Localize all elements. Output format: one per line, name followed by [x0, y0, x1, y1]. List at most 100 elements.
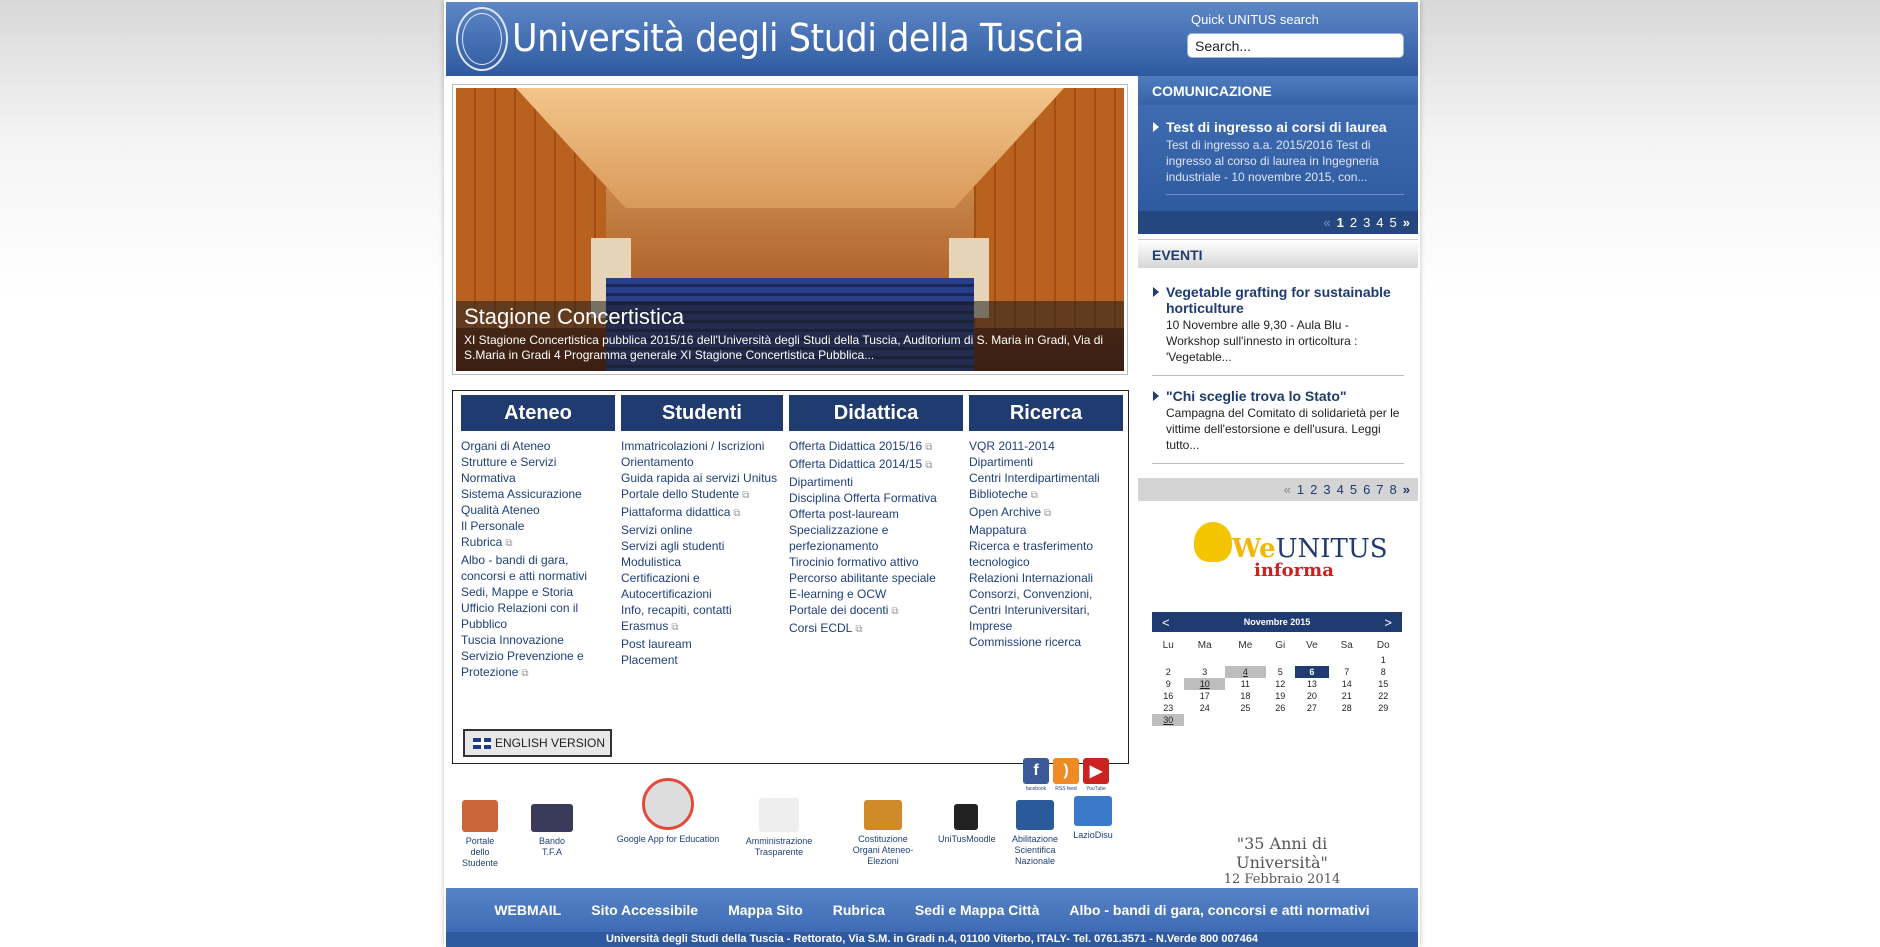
menu-item[interactable]: Dipartimenti [969, 454, 1123, 470]
rss-link[interactable]: ) RSS feed [1052, 758, 1080, 794]
calendar-day[interactable]: 13 [1295, 678, 1329, 690]
menu-item[interactable]: Open Archive ⧉ [969, 504, 1123, 522]
calendar-day[interactable]: 1 [1365, 654, 1402, 666]
quick-link[interactable]: Costituzione Organi Ateneo-Elezioni [844, 800, 922, 867]
anniversary-banner[interactable]: "35 Anni di Università" 12 Febbraio 2014 [1192, 834, 1372, 887]
event-title[interactable]: "Chi sceglie trova lo Stato" [1152, 388, 1404, 404]
quick-link[interactable]: Amministrazione Trasparente [734, 798, 824, 858]
menu-head-0[interactable]: Ateneo [461, 395, 615, 431]
calendar-day[interactable]: 2 [1152, 666, 1184, 678]
menu-item[interactable]: Erasmus ⧉ [621, 618, 783, 636]
calendar-day[interactable]: 22 [1365, 690, 1402, 702]
menu-item[interactable]: Ufficio Relazioni con il Pubblico [461, 600, 615, 632]
calendar-day[interactable]: 16 [1152, 690, 1184, 702]
menu-item[interactable]: Normativa [461, 470, 615, 486]
footer-link[interactable]: Sito Accessibile [576, 902, 713, 918]
youtube-link[interactable]: ▶ YouTube [1082, 758, 1110, 794]
menu-item[interactable]: Sedi, Mappe e Storia [461, 584, 615, 600]
calendar-day[interactable]: 27 [1295, 702, 1329, 714]
pager-prev[interactable]: « [1323, 215, 1330, 230]
menu-item[interactable]: Rubrica ⧉ [461, 534, 615, 552]
menu-head-3[interactable]: Ricerca [969, 395, 1123, 431]
pager-page[interactable]: 1 [1297, 482, 1304, 497]
footer-link[interactable]: Mappa Sito [713, 902, 818, 918]
weunitus-informa-logo[interactable]: WeUNITUS informa [1192, 520, 1388, 582]
menu-item[interactable]: Centri Interdipartimentali [969, 470, 1123, 486]
calendar-day[interactable]: 12 [1266, 678, 1295, 690]
menu-item[interactable]: Servizi agli studenti [621, 538, 783, 554]
pager-page[interactable]: 3 [1323, 482, 1330, 497]
menu-item[interactable]: Strutture e Servizi [461, 454, 615, 470]
quick-link[interactable]: LazioDisu [1070, 796, 1116, 841]
menu-item[interactable]: Commissione ricerca [969, 634, 1123, 650]
calendar-day[interactable]: 26 [1266, 702, 1295, 714]
menu-item[interactable]: Portale dei docenti ⧉ [789, 602, 963, 620]
menu-item[interactable]: Biblioteche ⧉ [969, 486, 1123, 504]
calendar-day[interactable]: 30 [1152, 714, 1185, 726]
menu-item[interactable]: E-learning e OCW [789, 586, 963, 602]
menu-item[interactable]: Sistema Assicurazione Qualità Ateneo [461, 486, 615, 518]
pager-page[interactable]: 8 [1390, 482, 1397, 497]
menu-item[interactable]: Piattaforma didattica ⧉ [621, 504, 783, 522]
quick-link[interactable]: Abilitazione Scientifica Nazionale [1012, 800, 1058, 867]
menu-item[interactable]: Relazioni Internazionali [969, 570, 1123, 586]
calendar-day[interactable]: 8 [1365, 666, 1402, 678]
menu-item[interactable]: Certificazioni e Autocertificazioni [621, 570, 783, 602]
calendar-day[interactable]: 20 [1295, 690, 1329, 702]
menu-item[interactable]: Immatricolazioni / Iscrizioni [621, 438, 783, 454]
menu-item[interactable]: Percorso abilitante speciale [789, 570, 963, 586]
calendar-day[interactable]: 15 [1365, 678, 1402, 690]
calendar-day[interactable]: 17 [1184, 690, 1225, 702]
menu-item[interactable]: Consorzi, Convenzioni, Centri Interunive… [969, 586, 1123, 634]
pager-page[interactable]: 3 [1363, 215, 1370, 230]
menu-item[interactable]: Ricerca e trasferimento tecnologico [969, 538, 1123, 570]
calendar-day[interactable]: 24 [1184, 702, 1225, 714]
pager-page[interactable]: 2 [1310, 482, 1317, 497]
quick-link[interactable]: Google App for Education [616, 778, 720, 845]
calendar-prev-button[interactable]: < [1162, 615, 1170, 630]
calendar-day[interactable]: 6 [1294, 666, 1329, 678]
calendar-day[interactable]: 9 [1152, 678, 1184, 690]
menu-item[interactable]: Portale dello Studente ⧉ [621, 486, 783, 504]
calendar-day[interactable]: 14 [1329, 678, 1365, 690]
menu-item[interactable]: Mappatura [969, 522, 1123, 538]
calendar-day[interactable]: 28 [1329, 702, 1365, 714]
calendar-day[interactable]: 29 [1365, 702, 1402, 714]
calendar-day[interactable]: 7 [1329, 666, 1365, 678]
menu-head-1[interactable]: Studenti [621, 395, 783, 431]
event-title[interactable]: Vegetable grafting for sustainable horti… [1152, 284, 1404, 316]
quick-link[interactable]: Portale dello Studente [460, 800, 500, 869]
site-title[interactable]: Università degli Studi della Tuscia [512, 16, 1085, 60]
menu-item[interactable]: Il Personale [461, 518, 615, 534]
menu-item[interactable]: Offerta Didattica 2014/15 ⧉ [789, 456, 963, 474]
menu-item[interactable]: Servizio Prevenzione e Protezione ⧉ [461, 648, 615, 682]
calendar-next-button[interactable]: > [1384, 615, 1392, 630]
menu-item[interactable]: Tirocinio formativo attivo [789, 554, 963, 570]
calendar-day[interactable]: 18 [1225, 690, 1266, 702]
calendar-day[interactable]: 3 [1184, 666, 1225, 678]
facebook-link[interactable]: f facebook [1022, 758, 1050, 794]
calendar-day[interactable]: 11 [1225, 678, 1266, 690]
footer-link[interactable]: Sedi e Mappa Città [900, 902, 1054, 918]
menu-head-2[interactable]: Didattica [789, 395, 963, 431]
pager-page[interactable]: 4 [1376, 215, 1383, 230]
quick-link[interactable]: UniTusMoodle [938, 804, 996, 845]
pager-page[interactable]: 7 [1376, 482, 1383, 497]
menu-item[interactable]: Post lauream [621, 636, 783, 652]
calendar-day[interactable]: 23 [1152, 702, 1184, 714]
menu-item[interactable]: Servizi online [621, 522, 783, 538]
menu-item[interactable]: Placement [621, 652, 783, 668]
calendar-day[interactable]: 21 [1329, 690, 1365, 702]
footer-link[interactable]: Albo - bandi di gara, concorsi e atti no… [1054, 902, 1384, 918]
pager-prev[interactable]: « [1284, 482, 1291, 497]
menu-item[interactable]: Guida rapida ai servizi Unitus [621, 470, 783, 486]
pager-page[interactable]: 2 [1350, 215, 1357, 230]
comunicazione-title[interactable]: Test di ingresso ai corsi di laurea [1152, 119, 1404, 135]
pager-page[interactable]: 5 [1390, 215, 1397, 230]
menu-item[interactable]: Corsi ECDL ⧉ [789, 620, 963, 638]
menu-item[interactable]: Disciplina Offerta Formativa [789, 490, 963, 506]
menu-item[interactable]: VQR 2011-2014 [969, 438, 1123, 454]
search-input[interactable] [1187, 33, 1404, 58]
pager-page[interactable]: 5 [1350, 482, 1357, 497]
footer-link[interactable]: Rubrica [818, 902, 900, 918]
